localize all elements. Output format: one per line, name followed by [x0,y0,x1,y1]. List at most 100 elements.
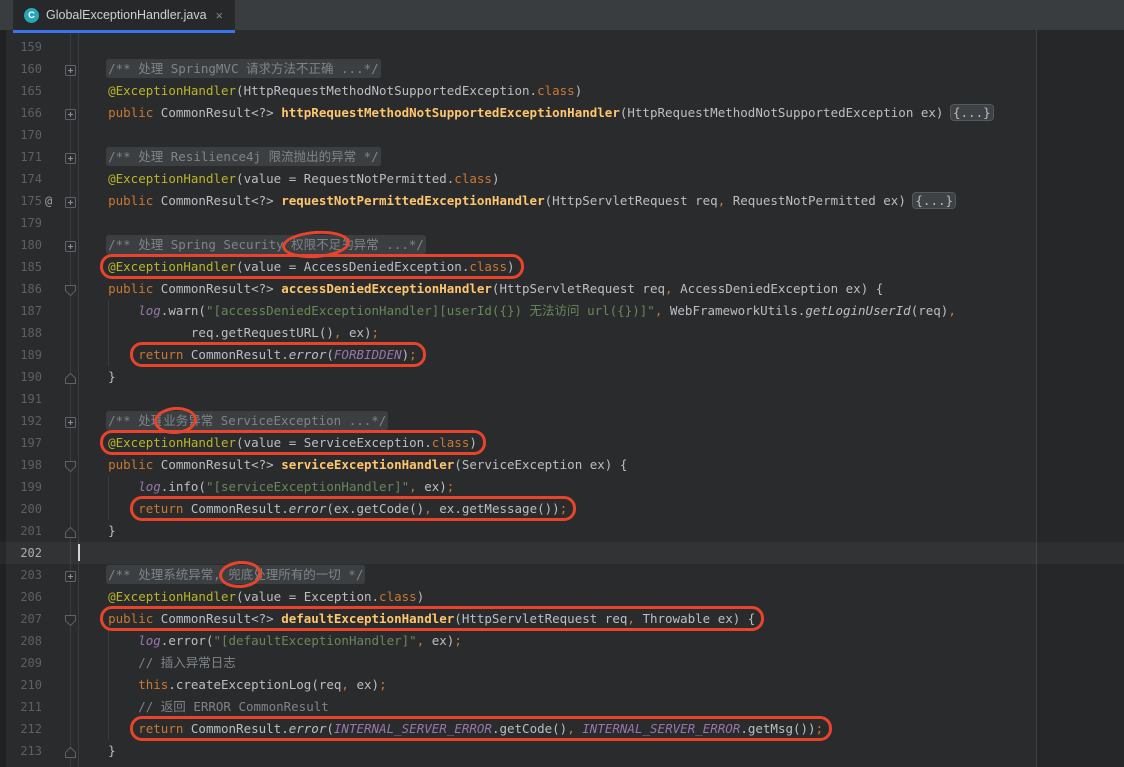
code-text[interactable]: } [78,740,116,762]
code-text[interactable]: /** 处理系统异常, 兜底处理所有的一切 */ [78,564,363,586]
code-text[interactable]: public CommonResult<?> requestNotPermitt… [78,190,955,212]
code-segment: ; [816,721,824,736]
code-line: 175@ public CommonResult<?> requestNotPe… [0,190,1124,212]
code-text[interactable]: } [78,366,116,388]
code-text[interactable]: @ExceptionHandler(value = Exception.clas… [78,586,424,608]
fold-down-icon[interactable] [64,282,77,295]
code-text[interactable]: // 返回 ERROR CommonResult [78,696,329,718]
code-segment: class [454,171,492,186]
code-segment: /** 处理 Resilience4j 限流抛出的异常 */ [108,149,379,164]
code-line-content: this.createExceptionLog(req, ex); [138,674,386,696]
close-tab-icon[interactable]: × [216,9,224,22]
code-line: 207 public CommonResult<?> defaultExcept… [0,608,1124,630]
line-number: 209 [0,652,42,674]
code-segment: "[defaultExceptionHandler]" [213,633,416,648]
fold-plus-icon[interactable] [64,194,77,207]
fold-plus-icon[interactable] [64,62,77,75]
code-line-content: /** 处理 Resilience4j 限流抛出的异常 */ [108,146,379,168]
code-segment: ) [575,83,583,98]
code-text[interactable]: this.createExceptionLog(req, ex); [78,674,387,696]
java-class-icon: C [24,8,39,23]
code-line-content: @ExceptionHandler(value = Exception.clas… [108,586,424,608]
code-segment: (ex.getCode() [326,501,424,516]
code-line: 170 [0,124,1124,146]
code-segment: ex.getMessage()) [432,501,560,516]
code-text[interactable]: /** 处理 SpringMVC 请求方法不正确 ...*/ [78,58,379,80]
annotation-gutter-mark: @ [45,190,52,212]
fold-plus-icon[interactable] [64,106,77,119]
code-text[interactable]: public CommonResult<?> accessDeniedExcep… [78,278,883,300]
fold-down-icon[interactable] [64,612,77,625]
code-segment: (HttpRequestMethodNotSupportedException … [620,105,951,120]
code-text[interactable]: } [78,520,116,542]
code-text[interactable]: return CommonResult.error(FORBIDDEN); [78,344,417,366]
code-text[interactable]: return CommonResult.error(ex.getCode(), … [78,498,567,520]
code-line-content: /** 处理业务异常 ServiceException ...*/ [108,410,386,432]
code-text[interactable]: /** 处理 Spring Security 权限不足的异常 ...*/ [78,234,424,256]
editor-area[interactable]: 159160 /** 处理 SpringMVC 请求方法不正确 ...*/165… [0,30,1124,767]
line-number: 213 [0,740,42,762]
code-text[interactable]: log.error("[defaultExceptionHandler]", e… [78,630,462,652]
code-segment: CommonResult<?> [153,611,281,626]
code-segment: // 插入异常日志 [138,655,236,670]
fold-plus-icon[interactable] [64,150,77,163]
code-text[interactable]: @ExceptionHandler(HttpRequestMethodNotSu… [78,80,582,102]
code-line-content: req.getRequestURL(), ex); [191,322,379,344]
code-segment: error [289,347,327,362]
red-boxed-code: public CommonResult<?> defaultExceptionH… [108,608,755,630]
code-text[interactable]: log.warn("[accessDeniedExceptionHandler]… [78,300,956,322]
code-segment: , [665,281,673,296]
code-segment: 的异常 ...*/ [341,237,424,252]
code-text[interactable]: /** 处理 Resilience4j 限流抛出的异常 */ [78,146,379,168]
code-text[interactable]: /** 处理业务异常 ServiceException ...*/ [78,410,386,432]
code-segment: RequestNotPermitted ex) [725,193,913,208]
code-text[interactable]: req.getRequestURL(), ex); [78,322,379,344]
fold-plus-icon[interactable] [64,238,77,251]
code-line-content: public CommonResult<?> httpRequestMethod… [108,102,993,124]
line-number: 188 [0,322,42,344]
code-line: 192 /** 处理业务异常 ServiceException ...*/ [0,410,1124,432]
code-segment: this [138,677,168,692]
fold-up-icon[interactable] [64,370,77,383]
code-segment: (value = AccessDeniedException. [236,259,469,274]
code-text[interactable]: @ExceptionHandler(value = AccessDeniedEx… [78,256,515,278]
code-line: 201 } [0,520,1124,542]
code-segment: public [108,193,153,208]
code-text[interactable] [78,542,80,564]
code-segment: (ServiceException ex) { [454,457,627,472]
code-text[interactable]: @ExceptionHandler(value = RequestNotPerm… [78,168,499,190]
fold-down-icon[interactable] [64,458,77,471]
code-text[interactable]: public CommonResult<?> serviceExceptionH… [78,454,627,476]
code-segment: , [627,611,635,626]
code-text[interactable]: public CommonResult<?> defaultExceptionH… [78,608,755,630]
code-text[interactable]: @ExceptionHandler(value = ServiceExcepti… [78,432,477,454]
red-circled-text: 兜底 [228,567,253,582]
fold-up-icon[interactable] [64,744,77,757]
code-text[interactable]: log.info("[serviceExceptionHandler]", ex… [78,476,454,498]
fold-plus-icon[interactable] [64,414,77,427]
code-text[interactable]: return CommonResult.error(INTERNAL_SERVE… [78,718,823,740]
code-segment: ; [454,633,462,648]
code-segment: httpRequestMethodNotSupportedExceptionHa… [281,105,620,120]
code-segment: /** 处理 [108,413,163,428]
code-text[interactable]: // 插入异常日志 [78,652,236,674]
code-line-content: /** 处理系统异常, 兜底处理所有的一切 */ [108,564,363,586]
code-segment: ) [507,259,515,274]
code-segment: // 返回 ERROR CommonResult [138,699,329,714]
line-number: 170 [0,124,42,146]
code-line: 203 /** 处理系统异常, 兜底处理所有的一切 */ [0,564,1124,586]
tab-global-exception-handler[interactable]: C GlobalExceptionHandler.java × [13,0,235,33]
code-segment: .info( [161,479,206,494]
code-segment: (req) [911,303,949,318]
code-segment: (HttpServletRequest req [545,193,718,208]
fold-plus-icon[interactable] [64,568,77,581]
code-text[interactable]: public CommonResult<?> httpRequestMethod… [78,102,993,124]
code-segment: INTERNAL_SERVER_ERROR [582,721,740,736]
code-line: 199 log.info("[serviceExceptionHandler]"… [0,476,1124,498]
code-line: 202 [0,542,1124,564]
fold-up-icon[interactable] [64,524,77,537]
code-segment: Throwable ex) { [635,611,755,626]
red-circled-text: 权限不足 [291,237,341,252]
code-line: 209 // 插入异常日志 [0,652,1124,674]
code-segment: ; [379,677,387,692]
